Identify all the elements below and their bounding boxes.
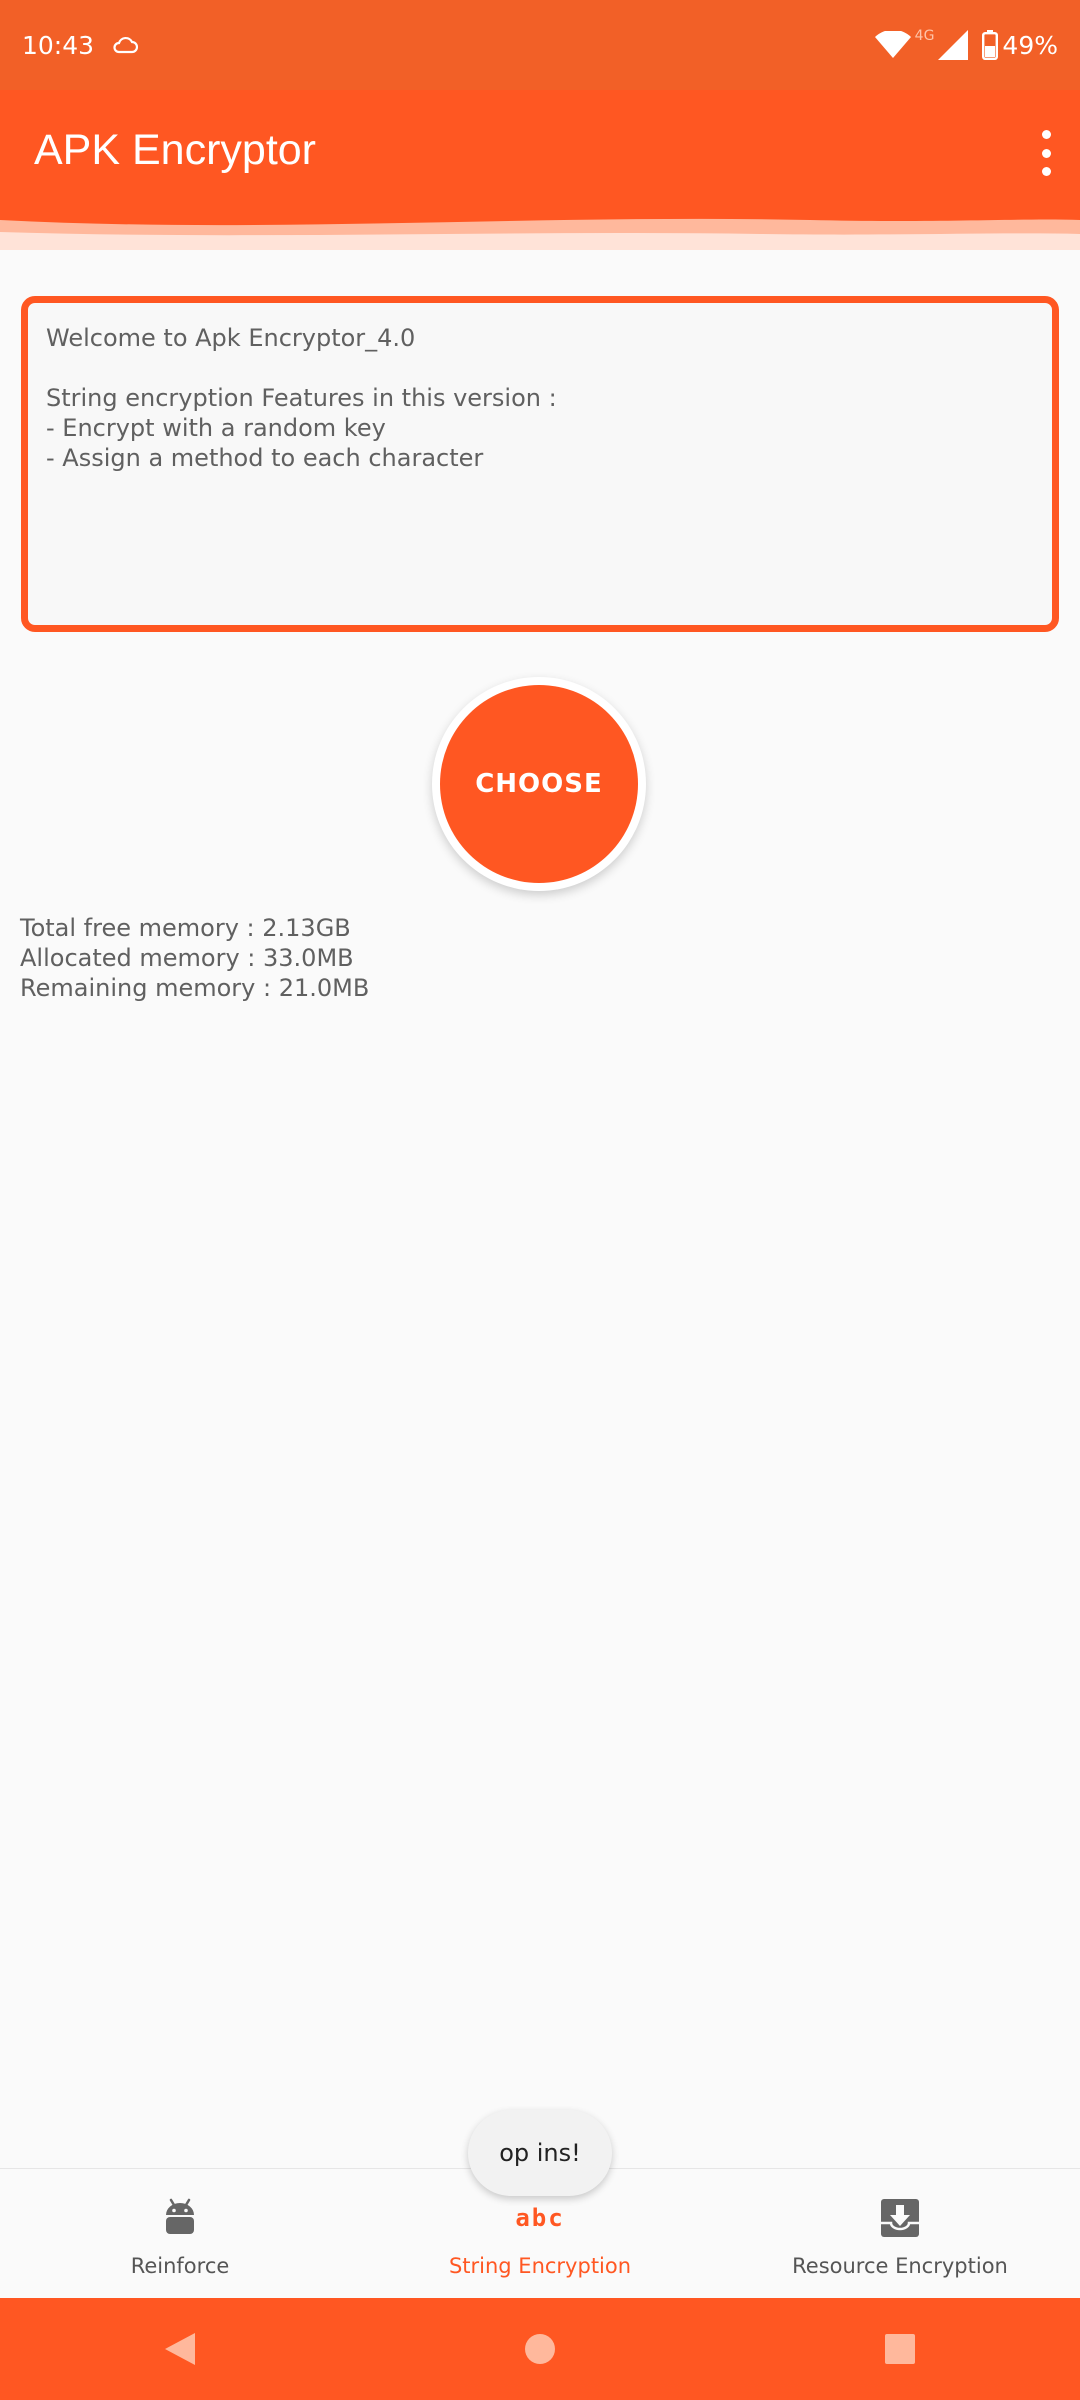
system-navigation-bar [0, 2298, 1080, 2400]
abc-glyph: abc [515, 2204, 565, 2232]
battery-percent: 49% [1002, 30, 1058, 60]
choose-button[interactable]: CHOOSE [440, 685, 638, 883]
remaining-memory: Remaining memory : 21.0MB [20, 974, 370, 1002]
status-bar: 10:43 4G 49% [0, 0, 1080, 90]
battery-icon [982, 30, 999, 60]
app-bar: APK Encryptor [0, 90, 1080, 250]
inbox-download-icon [878, 2196, 922, 2240]
nav-item-resource-encryption[interactable]: Resource Encryption [720, 2169, 1080, 2299]
nav-item-reinforce[interactable]: Reinforce [0, 2169, 360, 2299]
status-right: 4G 49% [874, 28, 1058, 62]
abc-icon: abc [515, 2196, 565, 2240]
recents-square-icon [885, 2334, 915, 2364]
allocated-memory: Allocated memory : 33.0MB [20, 944, 354, 972]
more-options-icon[interactable] [1032, 130, 1060, 176]
back-triangle-icon [165, 2333, 195, 2365]
status-left: 10:43 [22, 30, 139, 60]
cell-signal-icon [938, 30, 969, 60]
network-type-label: 4G [914, 28, 935, 44]
wave-decoration [0, 218, 1080, 250]
wifi-icon [874, 31, 911, 58]
back-button[interactable] [160, 2329, 200, 2369]
cloud-icon [113, 36, 139, 54]
app-title: APK Encryptor [34, 126, 316, 174]
home-button[interactable] [520, 2329, 560, 2369]
info-text-area[interactable]: Welcome to Apk Encryptor_4.0 String encr… [21, 296, 1059, 632]
total-free-memory: Total free memory : 2.13GB [20, 914, 351, 942]
nav-label-reinforce: Reinforce [130, 2254, 230, 2278]
home-circle-icon [525, 2334, 555, 2364]
android-icon [158, 2196, 202, 2240]
toast-message: op ins! [468, 2110, 612, 2196]
nav-label-string-encryption: String Encryption [448, 2254, 632, 2278]
recents-button[interactable] [880, 2329, 920, 2369]
choose-button-ring: CHOOSE [432, 677, 646, 891]
nav-label-resource-encryption: Resource Encryption [792, 2254, 1008, 2278]
memory-info: Total free memory : 2.13GB Allocated mem… [20, 913, 369, 1003]
status-time: 10:43 [22, 30, 95, 60]
